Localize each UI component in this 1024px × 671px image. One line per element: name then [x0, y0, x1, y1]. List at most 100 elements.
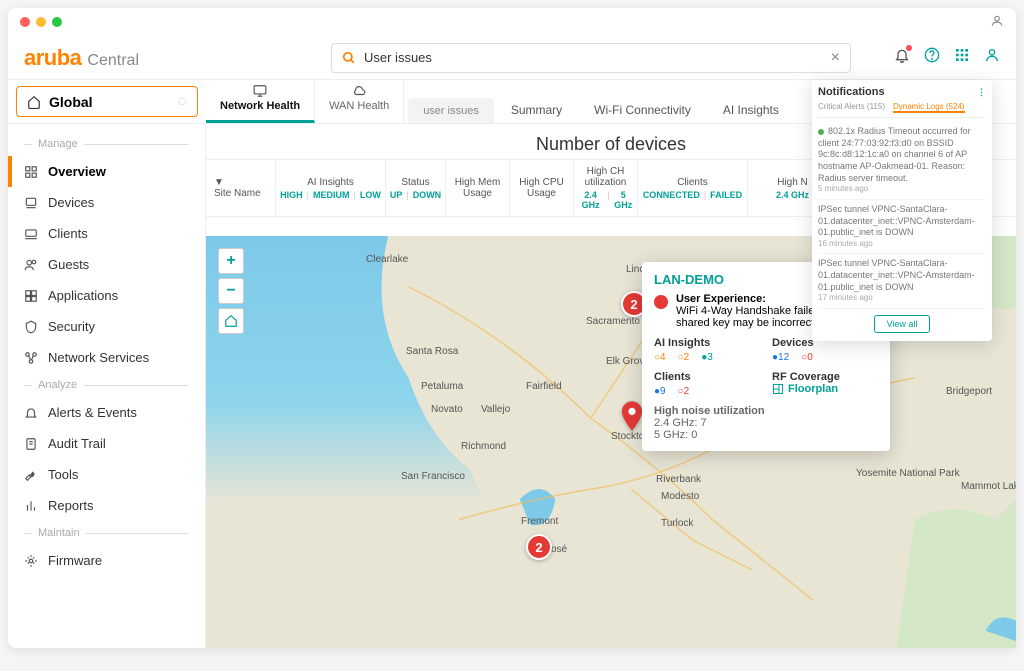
sidebar-item-audit[interactable]: Audit Trail [8, 428, 205, 459]
tab-ai-insights[interactable]: AI Insights [708, 96, 794, 123]
search-icon [342, 51, 356, 65]
home-icon [27, 95, 41, 109]
city-label: Sacramento [586, 316, 640, 327]
sidebar-item-devices[interactable]: Devices [8, 187, 205, 218]
city-label: Bridgeport [946, 386, 992, 397]
popup-noise: High noise utilization 2.4 GHz: 7 5 GHz:… [654, 405, 878, 441]
notifications-panel: Notifications ⋮ Critical Alerts (115) Dy… [812, 80, 992, 341]
city-label: Modesto [661, 491, 699, 502]
document-icon [24, 437, 38, 451]
monitor-icon [251, 84, 269, 98]
notif-item[interactable]: 802.1x Radius Timeout occurred for clien… [818, 122, 986, 200]
city-label: Santa Rosa [406, 346, 458, 357]
brand-logo: aruba Central [24, 45, 139, 71]
brand-sub: Central [87, 52, 139, 70]
popup-ai-insights: AI Insights ○4○2●3 [654, 337, 760, 363]
search-suggestion[interactable]: user issues [408, 98, 494, 123]
help-icon[interactable] [924, 47, 940, 68]
tab-wan-health[interactable]: WAN Health [315, 80, 404, 123]
tab-wifi-connectivity[interactable]: Wi-Fi Connectivity [579, 96, 706, 123]
sidebar-item-network-services[interactable]: Network Services [8, 342, 205, 373]
zoom-in-button[interactable]: + [218, 248, 244, 274]
user-menu-icon[interactable] [990, 14, 1004, 31]
notif-item[interactable]: IPSec tunnel VPNC-SantaClara-01.datacent… [818, 200, 986, 254]
th-cpu[interactable]: High CPU Usage [510, 160, 574, 216]
popup-rf-coverage: RF Coverage Floorplan [772, 371, 878, 397]
users-icon [24, 258, 38, 272]
device-icon [24, 196, 38, 210]
grid-icon [24, 165, 38, 179]
sidebar-group-manage: Manage [8, 132, 205, 156]
sidebar-item-clients[interactable]: Clients [8, 218, 205, 249]
th-site[interactable]: ▼ Site Name [206, 160, 276, 216]
tab-summary[interactable]: Summary [496, 96, 577, 123]
account-icon[interactable] [984, 47, 1000, 68]
status-dot-icon [818, 129, 824, 135]
city-label: Vallejo [481, 404, 510, 415]
th-clients[interactable]: ClientsCONNECTED|FAILED [638, 160, 748, 216]
cloud-icon [350, 84, 368, 98]
sidebar-item-security[interactable]: Security [8, 311, 205, 342]
city-label: Turlock [661, 518, 693, 529]
notif-tab-dynamic[interactable]: Dynamic Logs (524) [893, 102, 965, 113]
notif-menu-icon[interactable]: ⋮ [977, 87, 986, 98]
city-label: Novato [431, 404, 463, 415]
chart-icon [24, 499, 38, 513]
home-icon [224, 314, 238, 328]
sidebar-item-tools[interactable]: Tools [8, 459, 205, 490]
sidebar-item-guests[interactable]: Guests [8, 249, 205, 280]
city-label: Riverbank [656, 474, 701, 485]
th-status[interactable]: StatusUP|DOWN [386, 160, 446, 216]
city-label: Richmond [461, 441, 506, 452]
sidebar-item-overview[interactable]: Overview [8, 156, 205, 187]
city-label: Fremont [521, 516, 558, 527]
sidebar-item-applications[interactable]: Applications [8, 280, 205, 311]
city-label: San Francisco [401, 471, 465, 482]
th-ai-insights[interactable]: AI InsightsHIGH|MEDIUM|LOW [276, 160, 386, 216]
bell-icon[interactable] [894, 47, 910, 68]
window-max-icon[interactable] [52, 17, 62, 27]
search-bar[interactable]: × [331, 43, 851, 73]
sidebar-group-analyze: Analyze [8, 373, 205, 397]
window-titlebar [8, 8, 1016, 36]
window-close-icon[interactable] [20, 17, 30, 27]
sidebar: Manage Overview Devices Clients Guests A… [8, 124, 206, 648]
apps-icon[interactable] [954, 47, 970, 68]
notif-item[interactable]: IPSec tunnel VPNC-SantaClara-01.datacent… [818, 254, 986, 308]
loading-icon: ◌ [177, 93, 187, 111]
apps-grid-icon [24, 289, 38, 303]
sidebar-group-maintain: Maintain [8, 521, 205, 545]
tab-network-health[interactable]: Network Health [206, 80, 315, 123]
floorplan-link[interactable]: Floorplan [772, 383, 878, 395]
search-clear-icon[interactable]: × [831, 49, 840, 67]
bell-outline-icon [24, 406, 38, 420]
sidebar-item-reports[interactable]: Reports [8, 490, 205, 521]
window-min-icon[interactable] [36, 17, 46, 27]
th-mem[interactable]: High Mem Usage [446, 160, 510, 216]
brand-main: aruba [24, 45, 81, 71]
laptop-icon [24, 227, 38, 241]
map-pin[interactable] [621, 401, 641, 429]
network-icon [24, 351, 38, 365]
gear-icon [24, 554, 38, 568]
notif-title: Notifications [818, 86, 885, 98]
sidebar-item-alerts[interactable]: Alerts & Events [8, 397, 205, 428]
sidebar-item-firmware[interactable]: Firmware [8, 545, 205, 576]
city-label: Fairfield [526, 381, 562, 392]
notif-tab-critical[interactable]: Critical Alerts (115) [818, 102, 885, 113]
status-dot-icon [654, 295, 668, 309]
wrench-icon [24, 468, 38, 482]
shield-icon [24, 320, 38, 334]
city-label: Mammot Lakes [961, 481, 1016, 492]
popup-clients: Clients ●9○2 [654, 371, 760, 397]
search-input[interactable] [364, 50, 831, 65]
map-home-button[interactable] [218, 308, 244, 334]
view-all-button[interactable]: View all [874, 315, 931, 333]
context-selector[interactable]: Global ◌ [16, 86, 198, 117]
th-ch[interactable]: High CH utilization2.4 GHz|5 GHz [574, 160, 638, 216]
popup-devices: Devices ●12○0 [772, 337, 878, 363]
city-label: Petaluma [421, 381, 463, 392]
map-marker[interactable]: 2 [526, 534, 552, 560]
city-label: Clearlake [366, 254, 408, 265]
zoom-out-button[interactable]: − [218, 278, 244, 304]
